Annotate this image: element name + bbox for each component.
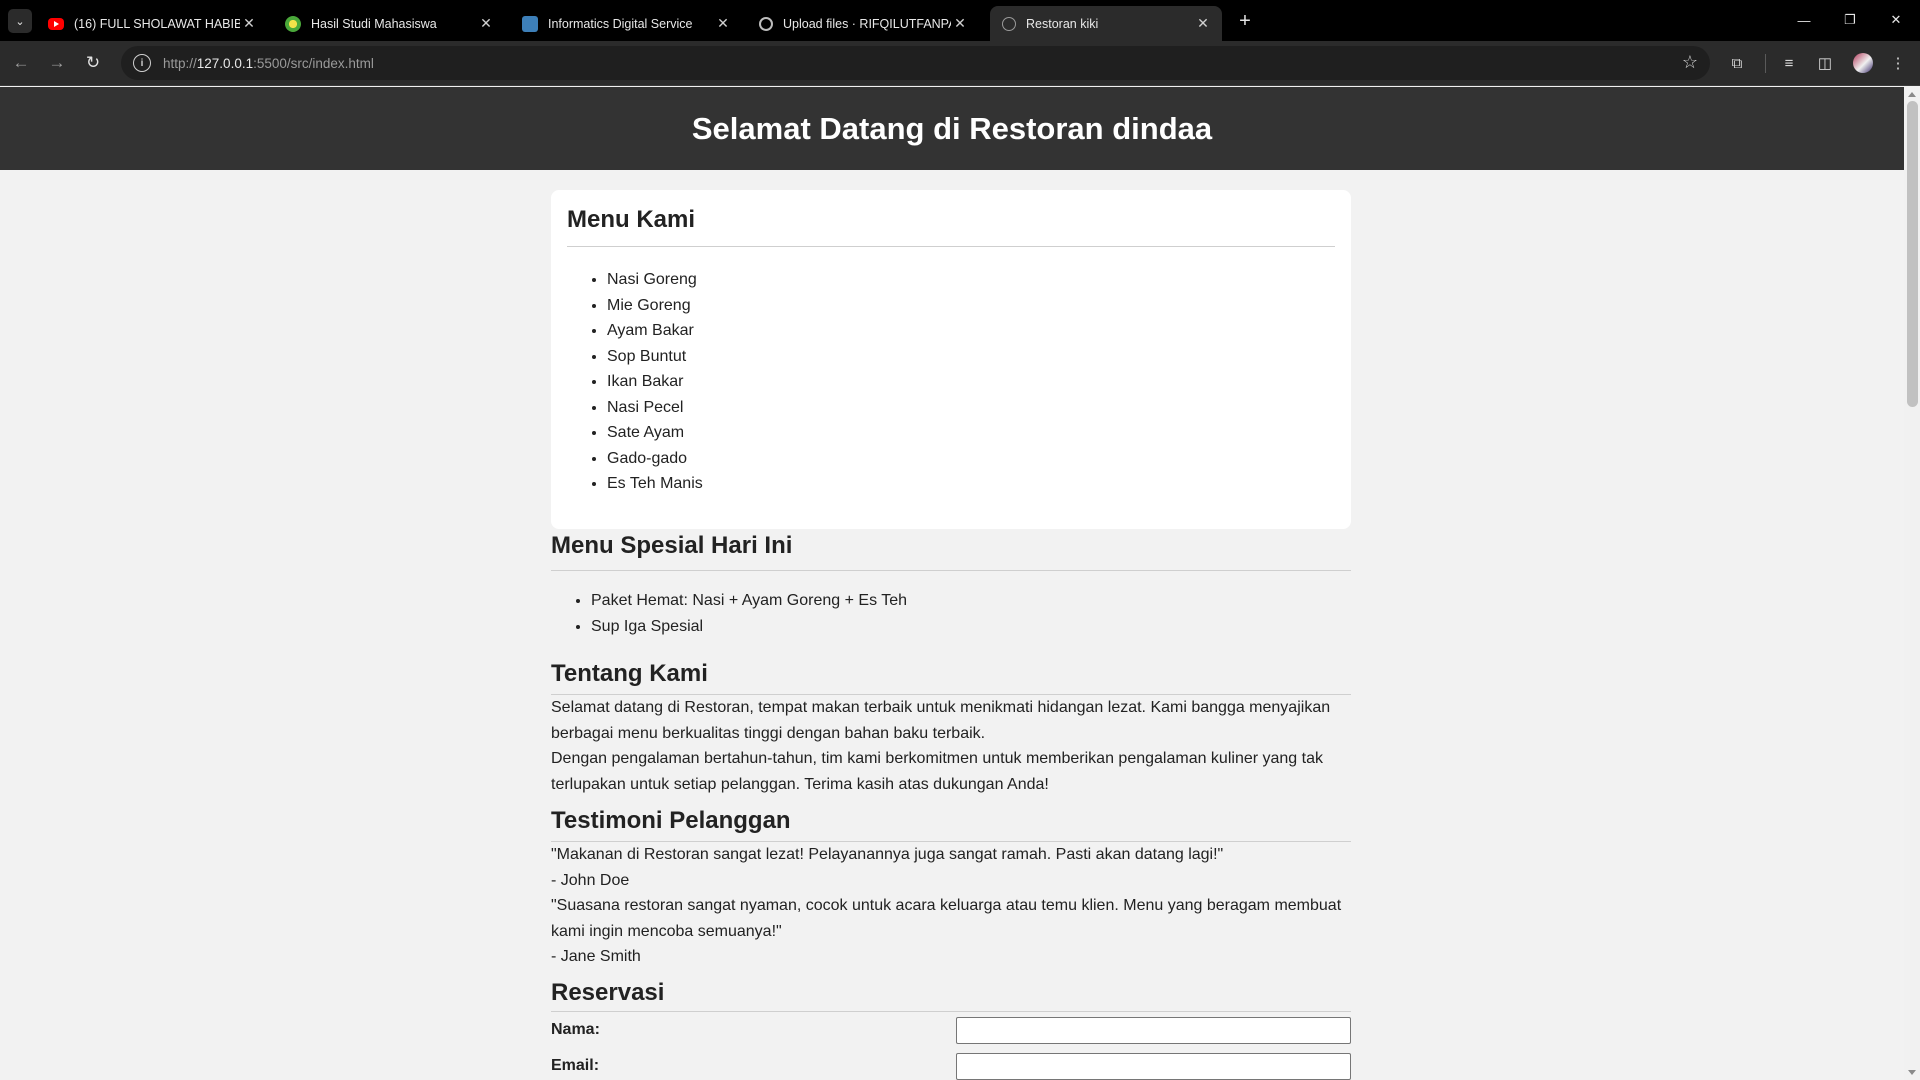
list-item: Nasi Goreng: [607, 267, 1335, 293]
browser-toolbar: ← → ↻ i http://127.0.0.1:5500/src/index.…: [0, 41, 1920, 86]
reservation-section: Reservasi Nama: Email:: [551, 979, 1351, 1080]
page-title: Selamat Datang di Restoran dindaa: [691, 111, 1213, 146]
tab-title: Restoran kiki: [1026, 16, 1099, 31]
restore-button[interactable]: ❐: [1827, 8, 1873, 32]
email-input[interactable]: [956, 1052, 1351, 1080]
name-label: Nama:: [551, 1021, 600, 1038]
list-item: Nasi Pecel: [607, 395, 1335, 421]
tab-title: Informatics Digital Service: [548, 16, 693, 31]
close-icon[interactable]: ✕: [477, 15, 495, 32]
testimonial-section: Testimoni Pelanggan "Makanan di Restoran…: [551, 807, 1351, 970]
list-item: Es Teh Manis: [607, 471, 1335, 497]
scroll-down-icon[interactable]: [1908, 1070, 1916, 1075]
close-window-button[interactable]: ✕: [1873, 8, 1919, 32]
reservation-heading: Reservasi: [551, 979, 1351, 1012]
address-bar[interactable]: i http://127.0.0.1:5500/src/index.html ☆: [121, 46, 1710, 80]
testimonial-heading: Testimoni Pelanggan: [551, 807, 1351, 842]
chevron-down-icon: ⌄: [15, 15, 25, 28]
list-item: Ikan Bakar: [607, 369, 1335, 395]
tab-informatics[interactable]: Informatics Digital Service ✕: [510, 6, 742, 41]
testimonial-quote: "Suasana restoran sangat nyaman, cocok u…: [551, 897, 1342, 940]
close-icon[interactable]: ✕: [240, 15, 258, 32]
tab-title: Upload files · RIFQILUTFANPADI: [783, 16, 951, 31]
testimonial-author: - Jane Smith: [551, 948, 641, 965]
close-icon: ✕: [1890, 12, 1902, 27]
tab-title: (16) FULL SHOLAWAT HABIB ALI: [74, 16, 240, 31]
testimonial-quote: "Makanan di Restoran sangat lezat! Pelay…: [551, 846, 1224, 863]
menu-list: Nasi Goreng Mie Goreng Ayam Bakar Sop Bu…: [567, 267, 1335, 497]
tab-strip: ⌄ (16) FULL SHOLAWAT HABIB ALI ✕ Hasil S…: [0, 0, 1920, 41]
minimize-button[interactable]: —: [1781, 8, 1827, 32]
reload-icon: ↻: [85, 53, 101, 72]
close-icon[interactable]: ✕: [1194, 15, 1212, 32]
reload-button[interactable]: ↻: [81, 51, 105, 75]
arrow-left-icon: ←: [12, 53, 30, 72]
playlist-icon: ≡: [1784, 54, 1794, 72]
menu-button[interactable]: ⋮: [1886, 51, 1910, 75]
site-header: Selamat Datang di Restoran dindaa: [0, 87, 1904, 170]
close-icon[interactable]: ✕: [714, 15, 732, 32]
about-paragraph-1: Selamat datang di Restoran, tempat makan…: [551, 699, 1331, 742]
globe-icon: [1002, 16, 1016, 31]
about-section: Tentang Kami Selamat datang di Restoran,…: [551, 660, 1351, 797]
puzzle-icon: ⧉: [1731, 54, 1743, 72]
site-info-icon[interactable]: i: [133, 54, 151, 72]
list-item: Sate Ayam: [607, 420, 1335, 446]
scroll-thumb[interactable]: [1907, 101, 1918, 407]
minimize-icon: —: [1797, 12, 1811, 28]
side-panel-icon: ◫: [1817, 55, 1833, 72]
tab-title: Hasil Studi Mahasiswa: [311, 16, 437, 31]
university-icon: [285, 15, 301, 32]
back-button[interactable]: ←: [9, 51, 33, 75]
list-item: Ayam Bakar: [607, 318, 1335, 344]
plus-icon: +: [1239, 9, 1251, 32]
url-text: http://127.0.0.1:5500/src/index.html: [163, 55, 374, 71]
list-item: Sup Iga Spesial: [591, 614, 1351, 640]
close-icon[interactable]: ✕: [951, 15, 969, 32]
name-row: Nama:: [551, 1012, 1351, 1048]
forward-button[interactable]: →: [45, 51, 69, 75]
page-scrollbar[interactable]: [1904, 87, 1920, 1080]
special-list: Paket Hemat: Nasi + Ayam Goreng + Es Teh…: [551, 588, 1351, 639]
scroll-up-icon[interactable]: [1908, 92, 1916, 97]
tab-search-button[interactable]: ⌄: [8, 9, 32, 33]
tab-hasil-studi[interactable]: Hasil Studi Mahasiswa ✕: [273, 6, 505, 41]
side-panel-button[interactable]: ◫: [1813, 51, 1837, 75]
restore-icon: ❐: [1844, 12, 1856, 27]
ids-icon: [522, 15, 538, 32]
list-item: Mie Goreng: [607, 293, 1335, 319]
list-item: Gado-gado: [607, 446, 1335, 472]
email-row: Email:: [551, 1048, 1351, 1080]
list-item: Paket Hemat: Nasi + Ayam Goreng + Es Teh: [591, 588, 1351, 614]
tab-youtube[interactable]: (16) FULL SHOLAWAT HABIB ALI ✕: [36, 6, 268, 41]
bookmark-star-icon[interactable]: ☆: [1682, 52, 1698, 73]
about-heading: Tentang Kami: [551, 660, 1351, 695]
tab-restoran[interactable]: Restoran kiki ✕: [990, 6, 1222, 41]
new-tab-button[interactable]: +: [1232, 8, 1258, 34]
github-icon: [759, 16, 773, 31]
about-paragraph-2: Dengan pengalaman bertahun-tahun, tim ka…: [551, 750, 1323, 793]
media-controls-button[interactable]: ≡: [1777, 51, 1801, 75]
special-heading: Menu Spesial Hari Ini: [551, 532, 1351, 571]
arrow-right-icon: →: [48, 53, 66, 72]
youtube-icon: [48, 17, 64, 30]
toolbar-divider: [1765, 54, 1766, 73]
page-viewport: Selamat Datang di Restoran dindaa Menu K…: [0, 87, 1904, 1080]
list-item: Sop Buntut: [607, 344, 1335, 370]
menu-heading: Menu Kami: [567, 206, 1335, 247]
testimonial-author: - John Doe: [551, 871, 630, 889]
tab-github[interactable]: Upload files · RIFQILUTFANPADI ✕: [747, 6, 979, 41]
extensions-button[interactable]: ⧉: [1725, 51, 1749, 75]
special-menu-section: Menu Spesial Hari Ini Paket Hemat: Nasi …: [551, 532, 1351, 639]
kebab-menu-icon: ⋮: [1890, 55, 1906, 72]
menu-section: Menu Kami Nasi Goreng Mie Goreng Ayam Ba…: [551, 190, 1351, 529]
email-label: Email:: [551, 1057, 600, 1074]
name-input[interactable]: [956, 1016, 1351, 1044]
profile-avatar[interactable]: [1853, 53, 1873, 73]
